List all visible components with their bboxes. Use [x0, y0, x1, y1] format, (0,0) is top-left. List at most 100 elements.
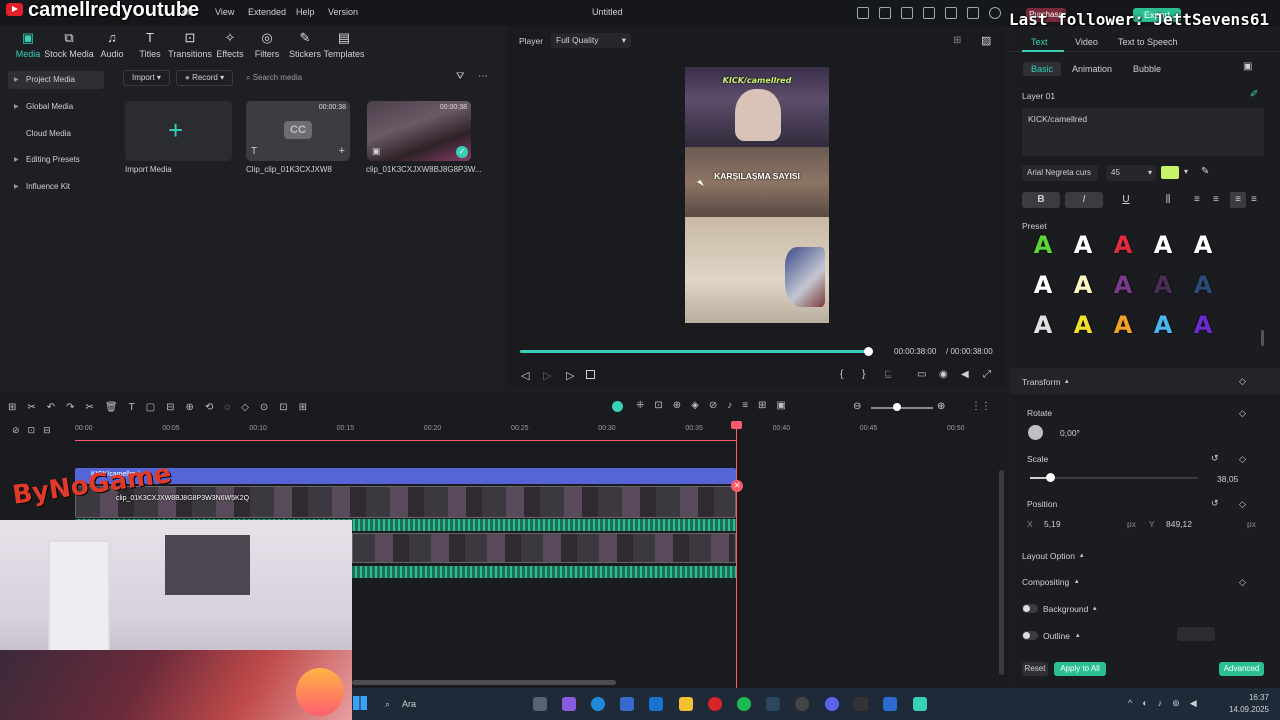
filmora-icon[interactable] [913, 697, 927, 711]
advanced-button[interactable]: Advanced [1219, 662, 1264, 676]
filter-icon[interactable]: ⛛ [456, 71, 464, 82]
zoom-knob[interactable] [893, 403, 901, 411]
timeline-feature-icons[interactable]: ⁜⊡⊕◈⊘♪≡⊞▣ [636, 400, 836, 411]
preset-scrollbar[interactable] [1261, 330, 1264, 346]
text-preset[interactable]: A [1066, 268, 1100, 302]
font-size-select[interactable]: 45 ▾ [1106, 165, 1156, 181]
steam-icon[interactable] [766, 697, 780, 711]
media-card-caption[interactable]: 00:00:38 CC T + [246, 101, 350, 161]
opera-icon[interactable] [708, 697, 722, 711]
sidebar-item-global-media[interactable]: ▶ Global Media [8, 98, 104, 116]
compositing-label[interactable]: Compositing [1022, 577, 1069, 587]
text-preset[interactable]: A [1066, 308, 1100, 342]
video-clip-2[interactable] [352, 533, 736, 563]
save-preset-icon[interactable]: ▣ [1243, 61, 1252, 72]
gift-icon[interactable] [857, 7, 869, 19]
mark-out-icon[interactable]: } [862, 369, 865, 380]
step-back-icon[interactable]: ▷ [543, 369, 551, 382]
text-preset[interactable]: A [1026, 268, 1060, 302]
stop-icon[interactable] [586, 370, 595, 379]
reset-icon[interactable]: ↺ [1211, 498, 1219, 509]
outlook-icon[interactable] [649, 697, 663, 711]
underline-button[interactable]: U [1107, 192, 1145, 208]
video-clip[interactable]: clip_01K3CXJXW8BJ8G8P3W3N6W5K2Q [75, 486, 736, 518]
text-preset[interactable]: A [1146, 234, 1180, 262]
save-icon[interactable] [945, 7, 957, 19]
align-left-icon[interactable]: ≡ [1194, 194, 1200, 205]
settings-icon[interactable] [989, 7, 1001, 19]
spacing-icon[interactable]: ⫼ [1150, 192, 1186, 208]
quality-dropdown[interactable]: Full Quality ▾ [551, 33, 631, 48]
subtab-animation[interactable]: Animation [1064, 62, 1120, 76]
align-right-icon[interactable]: ≡ [1230, 192, 1246, 208]
zoom-out-icon[interactable]: ⊖ [853, 401, 861, 412]
discord-icon[interactable] [825, 697, 839, 711]
media-card-video[interactable]: 00:00:38 ▣ ✓ [367, 101, 471, 161]
fullscreen-icon[interactable]: ⤢ [983, 369, 991, 380]
video-preview[interactable]: KICK/camellred KARŞILAŞMA SAYISI [685, 67, 829, 323]
tab-text[interactable]: Text [1031, 37, 1048, 47]
font-color-swatch[interactable] [1161, 166, 1179, 179]
prev-frame-icon[interactable]: ◁ [521, 369, 529, 382]
text-preset[interactable]: A [1146, 308, 1180, 342]
outline-color-select[interactable] [1177, 627, 1215, 641]
sidebar-item-editing-presets[interactable]: ▶ Editing Presets [8, 151, 104, 169]
text-preset[interactable]: A [1066, 234, 1100, 262]
sidebar-item-project-media[interactable]: ▶ Project Media [8, 71, 104, 89]
keyframe-icon[interactable]: ◇ [1239, 577, 1246, 588]
menu-version[interactable]: Version [328, 7, 358, 17]
snapshot-icon[interactable]: ▨ [981, 34, 991, 47]
text-preset[interactable]: A [1146, 268, 1180, 302]
windows-start-icon[interactable] [353, 696, 367, 710]
mark-in-icon[interactable]: { [840, 369, 843, 380]
scale-value[interactable]: 38,05 [1217, 474, 1238, 484]
bold-button[interactable]: B [1022, 192, 1060, 208]
playhead-handle[interactable] [731, 421, 742, 429]
store-icon[interactable] [620, 697, 634, 711]
app-icon[interactable] [854, 697, 868, 711]
text-preset[interactable]: A [1106, 268, 1140, 302]
eyedropper-icon[interactable]: ✎ [1201, 166, 1209, 177]
edge-icon[interactable] [591, 697, 605, 711]
ai-edit-icon[interactable]: ✐ [1250, 89, 1258, 100]
text-preset[interactable]: A [1186, 308, 1220, 342]
layout-option-label[interactable]: Layout Option [1022, 551, 1075, 561]
text-content-field[interactable]: KICK/camellred [1022, 108, 1264, 156]
italic-button[interactable]: I [1065, 192, 1103, 208]
cloud-icon[interactable] [967, 7, 979, 19]
text-preset[interactable]: A [1026, 308, 1060, 342]
obs-icon[interactable] [795, 697, 809, 711]
outline-toggle[interactable] [1022, 631, 1038, 640]
playhead[interactable] [736, 422, 737, 688]
import-dropdown[interactable]: Import ▾ [123, 70, 170, 86]
chevron-down-icon[interactable]: ▾ [1184, 167, 1188, 176]
copilot-icon[interactable] [562, 697, 576, 711]
timeline-edit-tools[interactable]: ⊞✂↶↷✂🗑T▢⊟⊕⟲◌◇⊙⊡⊞ [8, 402, 388, 413]
display-icon[interactable]: ▭ [917, 369, 926, 380]
track-tool-icons[interactable]: ⊘⊡⊟ [12, 425, 59, 436]
feedback-icon[interactable] [901, 7, 913, 19]
rotate-value[interactable]: 0,00° [1060, 428, 1080, 438]
keyframe-icon[interactable]: ◇ [1239, 408, 1246, 419]
text-preset[interactable]: A [1106, 234, 1140, 262]
send-icon[interactable] [879, 7, 891, 19]
sidebar-item-influence-kit[interactable]: ▶ Influence Kit [8, 178, 104, 196]
keyframe-icon[interactable]: ◇ [1239, 499, 1246, 510]
mail-icon[interactable] [923, 7, 935, 19]
grid-icon[interactable]: ⊞ [953, 35, 961, 46]
menu-view[interactable]: View [215, 7, 234, 17]
menu-tools[interactable]: ols [182, 7, 194, 17]
reset-icon[interactable]: ↺ [1211, 453, 1219, 464]
play-icon[interactable]: ▷ [566, 369, 574, 382]
timeline-hscroll[interactable] [352, 680, 616, 685]
progress-knob[interactable] [864, 347, 873, 356]
text-preset[interactable]: A [1026, 234, 1060, 262]
tab-video[interactable]: Video [1075, 37, 1098, 47]
split-icon[interactable]: ✕ [731, 480, 743, 492]
apply-to-all-button[interactable]: Apply to All [1054, 662, 1106, 676]
record-dropdown[interactable]: ● Record ▾ [176, 70, 234, 86]
tab-text-to-speech[interactable]: Text to Speech [1118, 37, 1178, 47]
layout-grid-icon[interactable]: ⋮⋮ [971, 401, 991, 412]
explorer-icon[interactable] [679, 697, 693, 711]
scale-slider-track[interactable] [1030, 477, 1198, 479]
